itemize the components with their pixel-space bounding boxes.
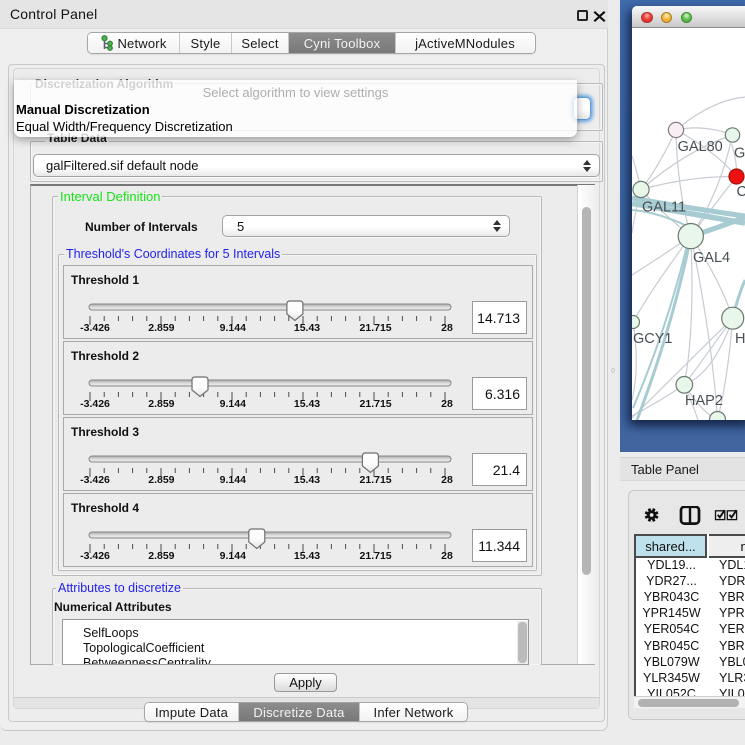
svg-text:GCY1: GCY1 <box>633 331 673 347</box>
svg-text:HAP2: HAP2 <box>685 393 723 409</box>
svg-text:H: H <box>735 331 745 347</box>
svg-text:GAL4: GAL4 <box>693 250 730 266</box>
svg-text:GA: GA <box>734 146 745 162</box>
svg-text:C: C <box>737 184 745 200</box>
svg-text:GAL80: GAL80 <box>678 139 723 155</box>
svg-text:GAL11: GAL11 <box>642 200 686 216</box>
